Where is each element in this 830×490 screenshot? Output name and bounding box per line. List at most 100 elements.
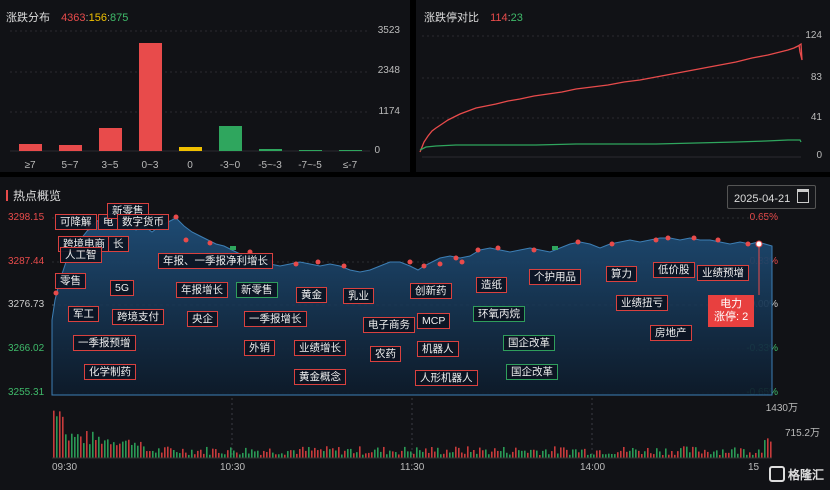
volume-bar <box>701 453 703 458</box>
volume-bar <box>110 444 112 458</box>
hot-tag[interactable]: 人形机器人 <box>415 370 478 386</box>
volume-bar <box>398 454 400 458</box>
hot-tag[interactable]: 低价股 <box>653 262 695 278</box>
volume-bar <box>452 452 454 458</box>
highlight-sector-name: 电力 <box>720 298 743 310</box>
volume-bar <box>143 446 145 458</box>
volume-bar <box>560 447 562 458</box>
hot-tag[interactable]: 业绩预增 <box>697 265 749 281</box>
hot-tag[interactable]: 黄金概念 <box>294 369 346 385</box>
volume-bar <box>527 452 529 458</box>
hot-tag[interactable]: 化学制药 <box>84 364 136 380</box>
volume-bar <box>212 448 214 458</box>
hot-tag[interactable]: 造纸 <box>476 277 507 293</box>
hot-tag[interactable]: 业绩扭亏 <box>616 295 668 311</box>
volume-bar <box>191 449 193 458</box>
hot-tag[interactable]: 一季报增长 <box>244 311 307 327</box>
volume-bar <box>665 448 667 458</box>
hot-tag[interactable]: 农药 <box>370 346 401 362</box>
volume-bar <box>641 454 643 458</box>
volume-bar <box>575 449 577 458</box>
volume-bar <box>563 447 565 458</box>
volume-bar <box>596 450 598 458</box>
volume-bar <box>293 450 295 458</box>
hot-tag[interactable]: 军工 <box>68 306 99 322</box>
volume-bar <box>119 443 121 458</box>
hot-tag[interactable]: 零售 <box>55 273 86 289</box>
volume-bar <box>716 450 718 458</box>
volume-bar <box>290 450 292 458</box>
volume-bar <box>317 450 319 458</box>
volume-bar <box>461 452 463 458</box>
volume-bar <box>455 446 457 458</box>
volume-bar <box>644 451 646 458</box>
volume-bar <box>257 450 259 458</box>
hot-tag[interactable]: 业绩增长 <box>294 340 346 356</box>
hot-tag[interactable]: 黄金 <box>296 287 327 303</box>
volume-bar <box>551 451 553 458</box>
hot-tag[interactable]: 房地产 <box>650 325 692 341</box>
volume-bar <box>737 453 739 458</box>
volume-bar <box>638 450 640 458</box>
hot-tag[interactable]: 长 <box>108 236 129 252</box>
volume-bar <box>770 441 772 458</box>
volume-bar <box>632 447 634 458</box>
volume-bar <box>77 434 79 458</box>
hot-tag[interactable]: 环氧丙烷 <box>473 306 525 322</box>
volume-bar <box>686 446 688 458</box>
gelonghui-logo-icon <box>768 466 785 482</box>
volume-bar <box>584 448 586 458</box>
volume-bar <box>344 450 346 458</box>
volume-bar <box>86 431 88 458</box>
volume-bar <box>335 450 337 458</box>
volume-bar <box>683 446 685 458</box>
hot-tag[interactable]: 国企改革 <box>503 335 555 351</box>
hot-tag[interactable]: 年报、一季报净利增长 <box>158 253 273 269</box>
volume-bar <box>488 454 490 458</box>
hot-tag[interactable]: 数字货币 <box>117 214 169 230</box>
hot-tag[interactable]: 新零售 <box>236 282 278 298</box>
volume-bar <box>659 451 661 458</box>
volume-bar <box>566 449 568 458</box>
volume-bar <box>473 449 475 458</box>
hot-tag[interactable]: 外销 <box>244 340 275 356</box>
hot-tag[interactable]: 个护用品 <box>529 269 581 285</box>
highlight-sector-box[interactable]: 电力 涨停: 2 <box>708 295 755 327</box>
volume-bar <box>53 410 55 458</box>
volume-bar <box>554 446 556 458</box>
hot-tag[interactable]: 年报增长 <box>176 282 228 298</box>
hot-tag[interactable]: 机器人 <box>417 341 459 357</box>
hot-tag[interactable]: 跨境支付 <box>112 309 164 325</box>
volume-bar <box>464 453 466 458</box>
hot-tag[interactable]: MCP <box>417 313 451 329</box>
volume-bar <box>350 448 352 458</box>
volume-bar <box>470 451 472 458</box>
volume-bar <box>479 447 481 458</box>
volume-bar <box>323 451 325 458</box>
hot-tag[interactable]: 一季报预增 <box>73 335 136 351</box>
volume-bar <box>146 451 148 458</box>
hot-tag[interactable]: 算力 <box>606 266 637 282</box>
volume-bar <box>590 453 592 458</box>
hot-tag[interactable]: 电子商务 <box>363 317 415 333</box>
hot-tag[interactable]: 创新药 <box>410 283 452 299</box>
volume-bar <box>530 449 532 458</box>
volume-bar <box>371 452 373 458</box>
volume-bar <box>401 450 403 458</box>
volume-bar <box>731 449 733 458</box>
volume-bar <box>647 447 649 458</box>
volume-bar <box>206 446 208 458</box>
hot-tag[interactable]: 央企 <box>187 311 218 327</box>
hot-tag[interactable]: 5G <box>110 280 135 296</box>
volume-bar <box>164 447 166 458</box>
volume-bar <box>176 452 178 458</box>
hot-tag[interactable]: 国企改革 <box>506 364 558 380</box>
volume-bar <box>383 446 385 458</box>
volume-bar <box>620 450 622 458</box>
hot-tag[interactable]: 可降解 <box>55 214 97 230</box>
hot-tag[interactable]: 人工智 <box>60 247 102 263</box>
volume-bar <box>503 447 505 458</box>
volume-bar <box>476 453 478 458</box>
volume-bar <box>311 450 313 458</box>
hot-tag[interactable]: 乳业 <box>343 288 374 304</box>
